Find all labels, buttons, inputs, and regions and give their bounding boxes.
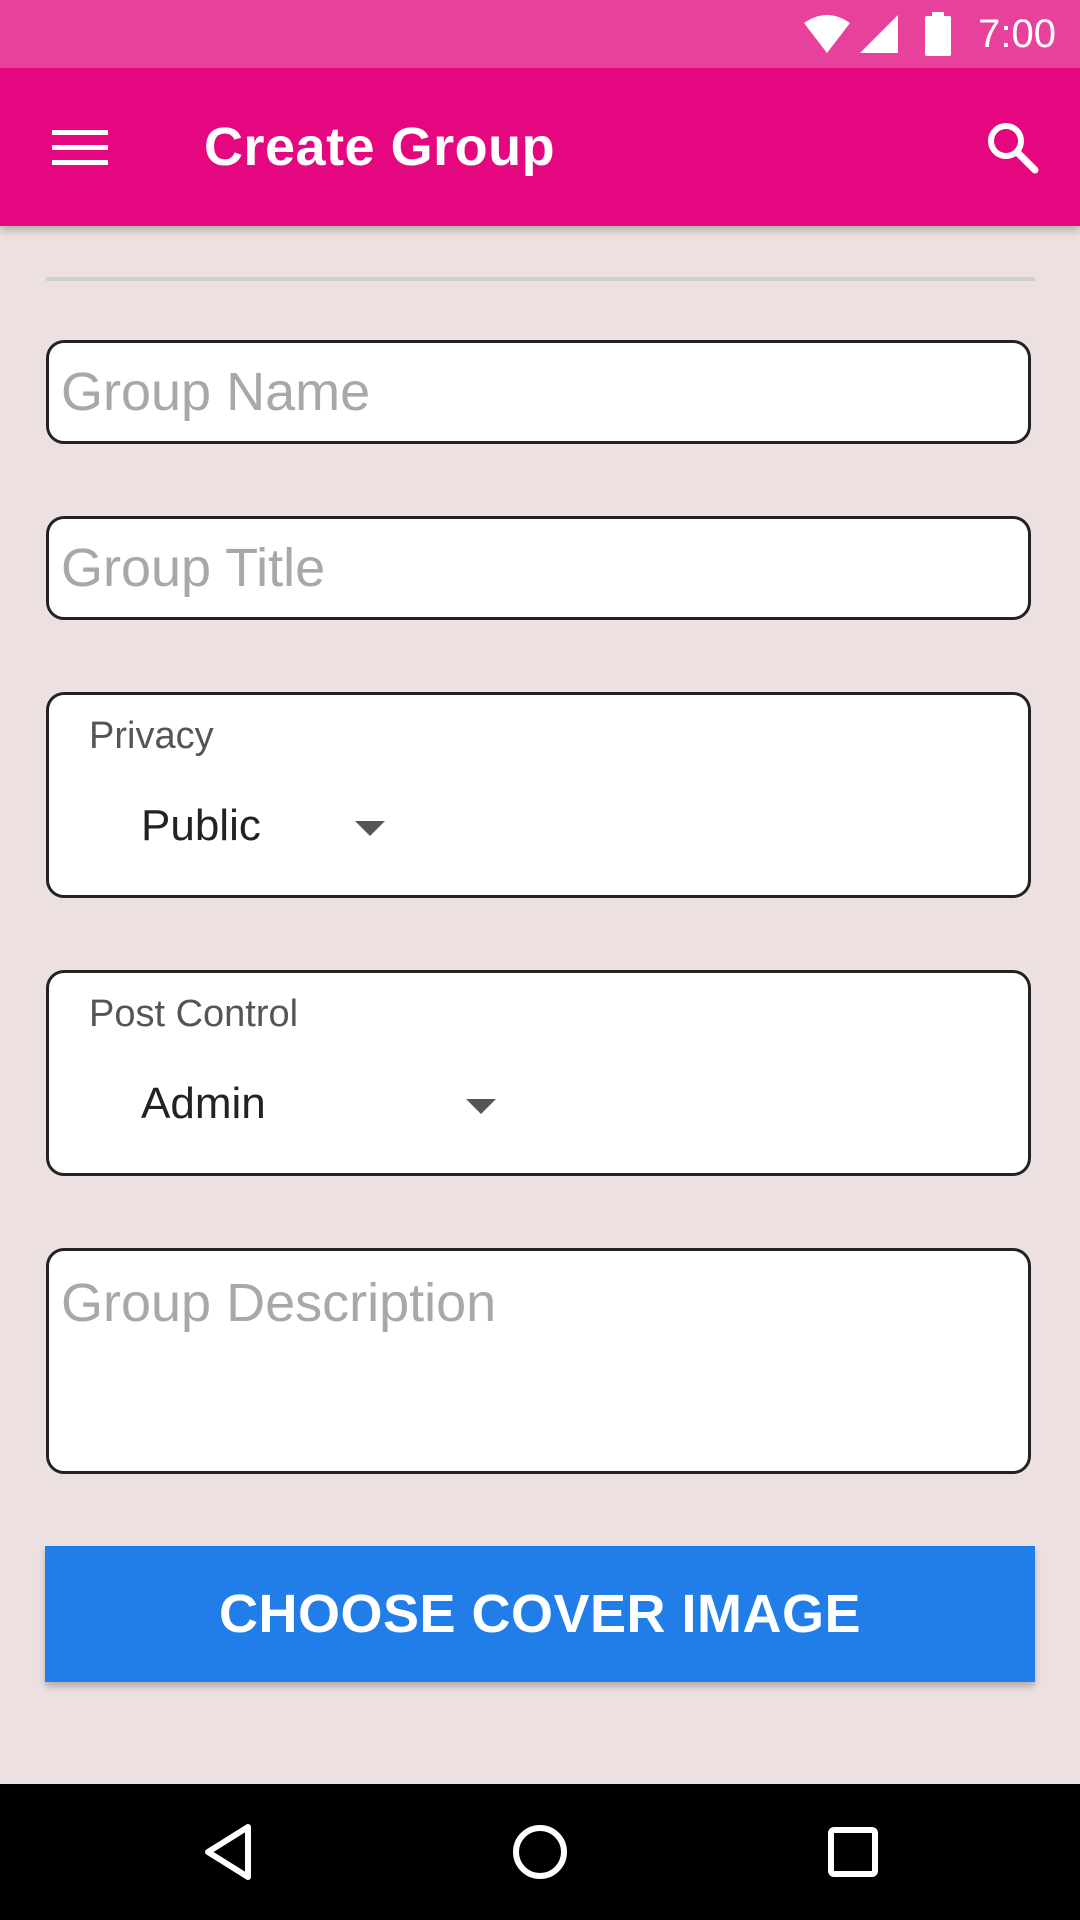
dropdown-arrow-icon	[355, 821, 385, 836]
menu-button[interactable]	[30, 108, 130, 188]
page-title: Create Group	[204, 117, 556, 177]
search-button[interactable]	[962, 106, 1062, 188]
status-time: 7:00	[978, 11, 1056, 56]
privacy-selected-value: Public	[141, 801, 261, 850]
privacy-field: Privacy Public	[46, 692, 1031, 898]
group-title-input[interactable]	[49, 519, 1028, 617]
home-icon	[513, 1825, 567, 1879]
privacy-dropdown[interactable]: Public	[49, 779, 409, 879]
choose-cover-image-button[interactable]: CHOOSE COVER IMAGE	[45, 1546, 1035, 1682]
status-bar: 7:00	[0, 0, 1080, 68]
dropdown-arrow-icon	[466, 1099, 496, 1114]
menu-icon	[52, 130, 108, 165]
post-control-selected-value: Admin	[141, 1079, 266, 1128]
home-button[interactable]	[490, 1802, 590, 1902]
post-control-dropdown[interactable]: Admin	[49, 1057, 519, 1157]
back-icon	[205, 1824, 251, 1880]
group-name-input[interactable]	[49, 343, 1028, 441]
recents-button[interactable]	[803, 1802, 903, 1902]
post-control-label: Post Control	[89, 993, 299, 1035]
privacy-label: Privacy	[89, 715, 214, 757]
app-bar: Create Group	[0, 68, 1080, 226]
back-button[interactable]	[178, 1802, 278, 1902]
search-icon	[988, 123, 1039, 174]
group-name-field	[46, 340, 1031, 444]
divider	[46, 277, 1035, 281]
group-description-input[interactable]	[49, 1251, 1028, 1471]
navigation-bar	[0, 1784, 1080, 1920]
post-control-field: Post Control Admin	[46, 970, 1031, 1176]
group-description-field	[46, 1248, 1031, 1474]
cellular-signal-icon	[860, 15, 899, 53]
battery-icon	[925, 12, 952, 56]
wifi-icon	[804, 15, 851, 53]
recents-icon	[828, 1827, 878, 1877]
group-title-field	[46, 516, 1031, 620]
